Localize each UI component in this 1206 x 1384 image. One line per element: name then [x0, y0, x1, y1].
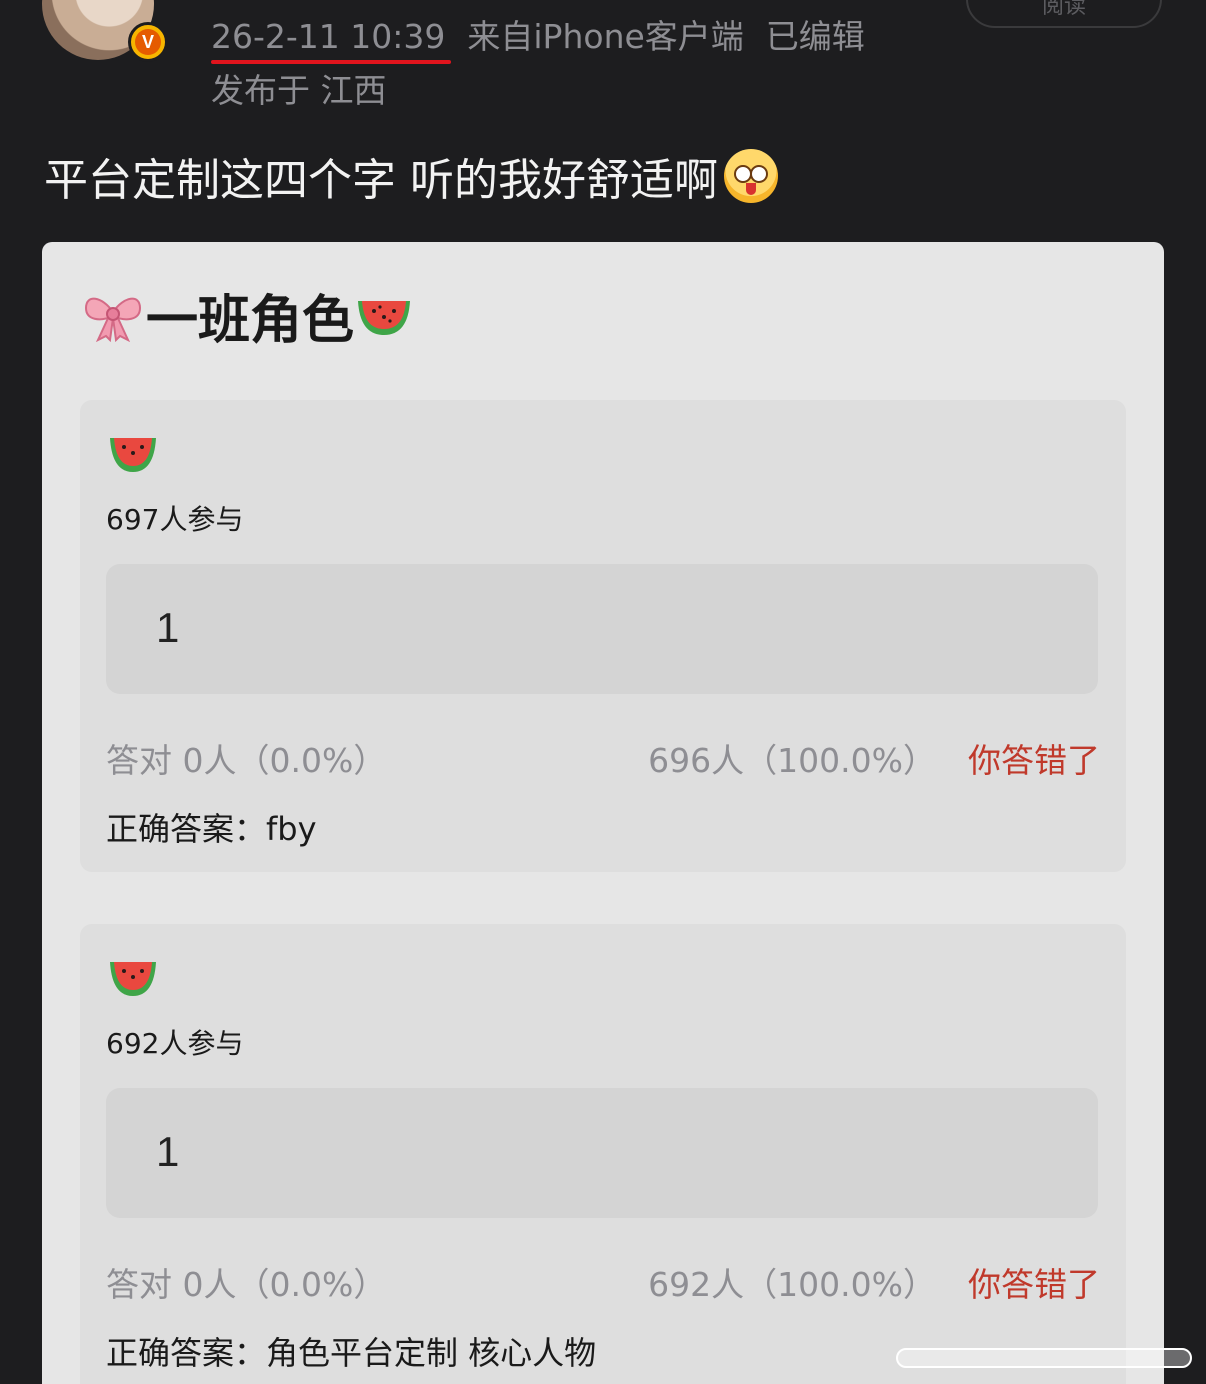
post-text-content: 平台定制这四个字 听的我好舒适啊 — [44, 155, 718, 206]
wrong-stat: 692人（100.0%） — [648, 1265, 936, 1304]
my-answer-box[interactable]: 1 — [106, 1088, 1098, 1218]
quiz-card: 一班角色 697人参与 1 答对 0人（0.0%） 696人（100.0%） 你… — [42, 242, 1164, 1384]
post-text: 平台定制这四个字 听的我好舒适啊 — [44, 144, 778, 208]
drooling-face-icon — [724, 149, 778, 203]
ribbon-bow-icon — [84, 297, 142, 342]
read-button[interactable]: 阅读 — [966, 0, 1162, 28]
post-source: 来自iPhone客户端 — [467, 17, 744, 56]
post-location: 发布于 江西 — [211, 71, 387, 110]
correct-answer: 正确答案：fby — [106, 810, 317, 848]
question-icon-container — [106, 956, 160, 1000]
correct-answer: 正确答案：角色平台定制 核心人物 — [106, 1334, 597, 1372]
watermark-bar — [896, 1348, 1192, 1368]
wrong-answer-label: 你答错了 — [968, 1265, 1100, 1304]
my-answer: 1 — [156, 1128, 180, 1175]
correct-stat: 答对 0人（0.0%） — [106, 741, 387, 780]
post-time: 26-2-11 10:39 — [211, 17, 446, 56]
wrong-stat: 696人（100.0%） — [648, 741, 936, 780]
quiz-title-text: 一班角色 — [146, 291, 355, 351]
verified-badge-icon: V — [128, 22, 168, 62]
my-answer-box[interactable]: 1 — [106, 564, 1098, 694]
quiz-question: 697人参与 1 答对 0人（0.0%） 696人（100.0%） 你答错了 正… — [80, 400, 1126, 872]
watermelon-icon — [110, 962, 156, 996]
participant-count: 697人参与 — [106, 503, 244, 536]
question-icon-container — [106, 432, 160, 476]
correct-stat: 答对 0人（0.0%） — [106, 1265, 387, 1304]
watermelon-icon — [358, 300, 411, 335]
wrong-answer-label: 你答错了 — [968, 741, 1100, 780]
edited-label[interactable]: 已编辑 — [766, 17, 865, 56]
participant-count: 692人参与 — [106, 1027, 244, 1060]
quiz-question: 692人参与 1 答对 0人（0.0%） 692人（100.0%） 你答错了 正… — [80, 924, 1126, 1384]
post-meta: 26-2-11 10:39 来自iPhone客户端 已编辑 — [211, 10, 865, 58]
watermark — [896, 1336, 1196, 1384]
watermelon-icon — [110, 438, 156, 472]
weibo-post-page: V 阅读 26-2-11 10:39 来自iPhone客户端 已编辑 发布于 江西 … — [0, 0, 1206, 1384]
quiz-title: 一班角色 — [82, 278, 414, 353]
my-answer: 1 — [156, 604, 180, 651]
